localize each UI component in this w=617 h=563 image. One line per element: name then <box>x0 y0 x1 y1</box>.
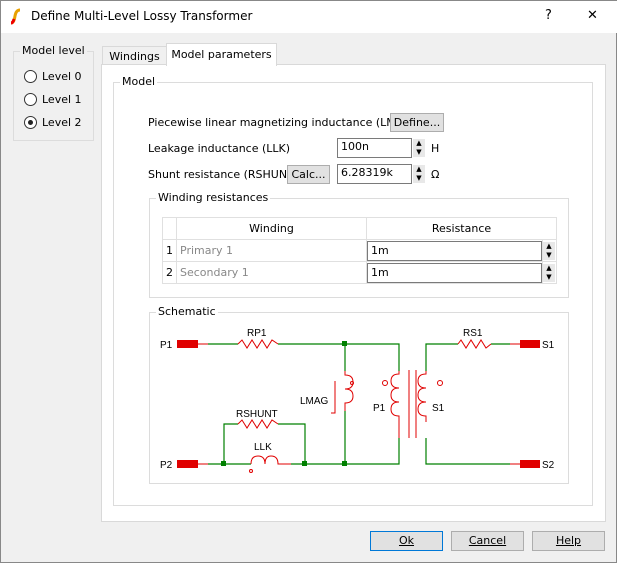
radio-label: Level 0 <box>42 70 82 83</box>
radio-level-2[interactable]: Level 2 <box>24 116 82 129</box>
label-rshunt: RSHUNT <box>236 409 278 420</box>
llk-spinner[interactable]: ▲ ▼ <box>413 139 425 157</box>
schematic-group: Schematic P1 P2 S1 S2 RP1 RS1 RSHUNT LLK <box>149 305 569 484</box>
label-rp1: RP1 <box>247 328 267 339</box>
label-rs1: RS1 <box>463 328 483 339</box>
winding-cell: Secondary 1 <box>176 261 367 284</box>
label-p2: P2 <box>160 460 173 471</box>
winding-table: Winding Resistance 1 Primary 1 1m ▲ ▼ 2 Second… <box>162 217 557 284</box>
llk-unit: H <box>431 142 440 155</box>
rshunt-resistor <box>237 419 279 429</box>
ok-button[interactable]: Ok <box>370 531 443 551</box>
llk-inductor <box>250 455 291 465</box>
resistance-spinner[interactable]: ▲ ▼ <box>543 241 555 260</box>
help-button[interactable]: Help <box>532 531 605 551</box>
radio-label: Level 1 <box>42 93 82 106</box>
primary-winding <box>390 371 400 438</box>
model-level-group: Model level Level 0 Level 1 Level 2 <box>13 44 94 141</box>
window-title: Define Multi-Level Lossy Transformer <box>31 9 253 23</box>
llk-input[interactable]: 100n <box>337 138 412 158</box>
lmag-label: Piecewise linear magnetizing inductance … <box>148 116 416 129</box>
close-icon[interactable]: ✕ <box>587 8 598 23</box>
define-button[interactable]: Define... <box>390 113 444 132</box>
label-s2: S2 <box>542 460 555 471</box>
header-resistance: Resistance <box>366 217 557 240</box>
transformer-core <box>408 370 417 438</box>
table-row: 1 Primary 1 1m ▲ ▼ <box>162 239 557 262</box>
tab-windings[interactable]: Windings <box>102 46 167 65</box>
row-number: 1 <box>162 239 177 262</box>
rshunt-label: Shunt resistance (RSHUNT) <box>148 168 299 181</box>
header-winding: Winding <box>176 217 367 240</box>
rshunt-unit: Ω <box>431 168 440 181</box>
resistance-input[interactable]: 1m <box>367 262 542 283</box>
title-bar: Define Multi-Level Lossy Transformer ? ✕ <box>1 1 617 33</box>
rshunt-input[interactable]: 6.28319k <box>337 164 412 184</box>
label-lmag: LMAG <box>300 396 329 407</box>
lmag-inductor <box>331 371 354 414</box>
model-group-title: Model <box>120 75 158 88</box>
radio-label: Level 2 <box>42 116 82 129</box>
label-llk: LLK <box>254 442 272 453</box>
radio-level-0[interactable]: Level 0 <box>24 70 82 83</box>
llk-label: Leakage inductance (LLK) <box>148 142 291 155</box>
rshunt-spinner[interactable]: ▲ ▼ <box>413 165 425 183</box>
tab-model-parameters[interactable]: Model parameters <box>166 43 277 66</box>
winding-resistances-group: Winding resistances Winding Resistance 1P… <box>149 191 569 298</box>
schematic-diagram: P1 P2 S1 S2 RP1 RS1 RSHUNT LLK LMAG P1 S… <box>160 328 555 473</box>
resistance-input[interactable]: 1m <box>367 240 542 261</box>
label-s1: S1 <box>542 340 555 351</box>
label-secondary: S1 <box>432 403 445 414</box>
winding-cell: Primary 1 <box>176 239 367 262</box>
label-p1: P1 <box>160 340 173 351</box>
resistance-spinner[interactable]: ▲ ▼ <box>543 263 555 282</box>
pins <box>177 340 540 468</box>
table-row: 2 Secondary 1 1m ▲ ▼ <box>162 261 557 284</box>
rs1-resistor <box>457 339 492 349</box>
row-number: 2 <box>162 261 177 284</box>
help-icon[interactable]: ? <box>545 8 552 23</box>
winding-resistances-title: Winding resistances <box>156 191 271 204</box>
app-logo-icon <box>10 8 21 25</box>
model-level-title: Model level <box>20 44 87 57</box>
label-primary: P1 <box>373 403 386 414</box>
secondary-winding <box>417 371 427 422</box>
cancel-button[interactable]: Cancel <box>451 531 524 551</box>
radio-level-1[interactable]: Level 1 <box>24 93 82 106</box>
calc-button[interactable]: Calc... <box>287 165 330 184</box>
